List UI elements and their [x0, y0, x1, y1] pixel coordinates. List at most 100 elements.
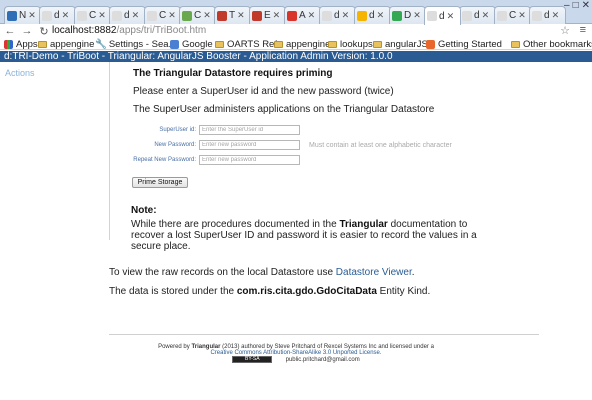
- bookmark-apps[interactable]: Apps: [4, 38, 38, 50]
- tab-favicon-icon: [182, 10, 192, 21]
- repeat-password-field[interactable]: [199, 155, 300, 165]
- tab-close-icon[interactable]: ✕: [342, 10, 350, 21]
- tab-close-icon[interactable]: ✕: [482, 10, 490, 21]
- tab-title: T: [229, 10, 236, 21]
- tab-close-icon[interactable]: ✕: [413, 10, 421, 21]
- tab-favicon-icon: [322, 10, 332, 21]
- back-icon[interactable]: ←: [3, 25, 17, 37]
- bookmark-label: Google: [182, 38, 213, 50]
- browser-tab[interactable]: C ✕: [74, 6, 111, 24]
- browser-tab[interactable]: C ✕: [179, 6, 216, 24]
- bookmark-appengine[interactable]: appengine: [38, 38, 94, 50]
- storage-text-part: Entity Kind.: [376, 286, 431, 297]
- tab-title: d: [369, 10, 375, 21]
- note-text-part: While there are procedures documented in…: [131, 219, 340, 230]
- tab-close-icon[interactable]: ✕: [168, 10, 176, 21]
- tab-title: C: [509, 10, 517, 21]
- prime-storage-button[interactable]: Prime Storage: [132, 177, 188, 188]
- tab-favicon-icon: [357, 10, 367, 21]
- bookmark-other[interactable]: Other bookmarks: [511, 38, 592, 50]
- tab-close-icon[interactable]: ✕: [203, 10, 211, 21]
- storage-text-part: The data is stored under the: [109, 286, 237, 297]
- folder-icon: [511, 40, 520, 48]
- tab-close-icon[interactable]: ✕: [98, 10, 106, 21]
- address-bar[interactable]: localhost:8882/apps/tri/TriBoot.htm: [52, 24, 570, 37]
- bookmark-getting-started[interactable]: Getting Started: [426, 38, 502, 50]
- close-window-icon[interactable]: ✕: [582, 1, 590, 11]
- browser-toolbar: ← → ↻ localhost:8882/apps/tri/TriBoot.ht…: [0, 24, 592, 38]
- tab-favicon-icon: [462, 10, 472, 21]
- bookmark-star-icon[interactable]: ☆: [560, 24, 570, 37]
- browser-tab[interactable]: d ✕: [354, 6, 391, 24]
- tab-favicon-icon: [217, 10, 227, 21]
- tab-close-icon[interactable]: ✕: [552, 10, 560, 21]
- tab-title: d: [544, 10, 550, 21]
- bookmark-appengine-2[interactable]: appengine: [274, 38, 330, 50]
- apps-grid-icon: [4, 39, 13, 49]
- tab-favicon-icon: [42, 10, 52, 21]
- tab-close-icon[interactable]: ✕: [237, 10, 245, 21]
- browser-tab[interactable]: T ✕: [214, 6, 251, 24]
- cc-license-badge[interactable]: BY-SA: [232, 356, 273, 363]
- wrench-icon: 🔧: [95, 38, 107, 50]
- bookmark-oarts-refs[interactable]: OARTS Refs: [215, 38, 282, 50]
- tab-favicon-icon: [287, 10, 297, 21]
- tab-favicon-icon: [147, 10, 157, 21]
- datastore-text-part: .: [411, 267, 415, 278]
- maximize-icon[interactable]: □: [573, 1, 579, 11]
- firefox-icon: [426, 39, 435, 49]
- tab-title: d: [54, 10, 60, 21]
- sidebar-actions-link[interactable]: Actions: [5, 68, 35, 78]
- tab-close-icon[interactable]: ✕: [308, 10, 316, 21]
- datastore-text-part: To view the raw records on the local Dat…: [109, 267, 336, 278]
- bookmark-google[interactable]: Google: [170, 38, 213, 50]
- url-path: /apps/tri/TriBoot.htm: [116, 25, 207, 36]
- reload-icon[interactable]: ↻: [37, 25, 51, 38]
- browser-tab[interactable]: E ✕: [249, 6, 286, 24]
- browser-tab[interactable]: d ✕: [319, 6, 356, 24]
- browser-tab[interactable]: D ✕: [389, 6, 426, 24]
- tab-close-icon[interactable]: ✕: [132, 10, 140, 21]
- new-password-label: New Password:: [154, 142, 196, 148]
- browser-tab[interactable]: A ✕: [284, 6, 321, 24]
- tab-close-icon[interactable]: ✕: [518, 10, 526, 21]
- window-controls: – □ ✕: [564, 1, 590, 11]
- footer-badge-row: BY-SA public.pritchard@gmail.com: [0, 356, 592, 363]
- tab-title: d: [124, 10, 130, 21]
- browser-tab[interactable]: d ✕: [529, 6, 566, 24]
- tab-close-icon[interactable]: ✕: [447, 11, 455, 22]
- entity-kind-name: com.ris.cita.gdo.GdoCitaData: [236, 286, 377, 297]
- tab-favicon-icon: [77, 10, 87, 21]
- password-hint: Must contain at least one alphabetic cha…: [309, 142, 452, 149]
- datastore-viewer-link[interactable]: Datastore Viewer: [336, 267, 412, 278]
- browser-tab[interactable]: d ✕: [39, 6, 76, 24]
- browser-tab[interactable]: N ✕: [4, 6, 41, 24]
- menu-icon[interactable]: ≡: [580, 24, 586, 36]
- tab-title: A: [299, 10, 306, 21]
- tab-favicon-icon: [7, 10, 17, 21]
- tab-close-icon[interactable]: ✕: [273, 10, 281, 21]
- browser-tab[interactable]: C ✕: [494, 6, 531, 24]
- browser-tab[interactable]: d ✕: [459, 6, 496, 24]
- tab-close-icon[interactable]: ✕: [62, 10, 70, 21]
- folder-icon: [328, 40, 337, 48]
- bookmark-settings[interactable]: 🔧 Settings - Sea...: [95, 38, 176, 50]
- bookmark-label: lookups: [340, 38, 373, 50]
- content-divider: [109, 62, 110, 240]
- browser-tab[interactable]: d ✕: [109, 6, 146, 24]
- footer-user-email: public.pritchard@gmail.com: [285, 357, 360, 364]
- tab-close-icon[interactable]: ✕: [377, 10, 385, 21]
- new-password-field[interactable]: [199, 140, 300, 150]
- bookmark-label: appengine: [50, 38, 95, 50]
- page-title: The Triangular Datastore requires primin…: [133, 68, 333, 79]
- bookmark-angularjs[interactable]: angularJS: [373, 38, 428, 50]
- tab-close-icon[interactable]: ✕: [28, 10, 36, 21]
- forward-icon[interactable]: →: [20, 25, 34, 37]
- superuser-id-field[interactable]: [199, 125, 300, 135]
- tab-title: C: [159, 10, 167, 21]
- browser-tab[interactable]: C ✕: [144, 6, 181, 24]
- tab-title: D: [404, 10, 412, 21]
- browser-tab[interactable]: d ✕: [424, 6, 461, 25]
- bookmark-lookups[interactable]: lookups: [328, 38, 373, 50]
- bookmark-label: angularJS: [385, 38, 428, 50]
